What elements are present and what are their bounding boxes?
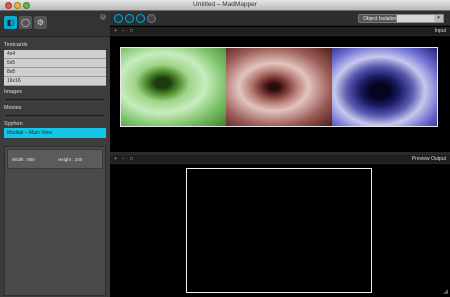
input-image-red-face	[226, 47, 332, 127]
workspace: Object Isolation ▾ + − □ Input + − □ Pre…	[110, 11, 450, 297]
syphon-item-selected[interactable]: Madlab – Main View	[4, 128, 106, 138]
output-frame[interactable]	[186, 168, 372, 293]
movies-list[interactable]	[4, 113, 106, 118]
title-bar: Untitled – MadMapper	[0, 0, 450, 11]
fit-icon[interactable]: □	[130, 28, 133, 34]
testcard-item[interactable]: 5x5	[4, 59, 106, 68]
circle-tool-icon[interactable]	[147, 14, 156, 23]
input-label: Input	[434, 28, 446, 34]
fit-icon[interactable]: □	[130, 156, 133, 162]
input-image-blue-eye	[332, 47, 438, 127]
movies-heading: Movies	[4, 105, 22, 111]
testcard-item[interactable]: 16x16	[4, 77, 106, 86]
source-dimensions: Width : 800 Height : 240	[7, 149, 103, 169]
plus-icon[interactable]: +	[114, 156, 117, 162]
app-window: Untitled – MadMapper ◧ ◯ ⚙ × Testcards 4…	[0, 0, 450, 297]
modes-icon[interactable]: ◯	[19, 16, 32, 29]
select-tool-icon[interactable]	[114, 14, 123, 23]
surfaces-icon[interactable]: ◧	[4, 16, 17, 29]
panel-tool-row: ◧ ◯ ⚙ ×	[0, 11, 110, 37]
object-isolation-select[interactable]: ▾	[396, 14, 444, 23]
testcards-heading: Testcards	[4, 42, 28, 48]
close-icon[interactable]: ×	[100, 14, 106, 20]
sources-panel: ◧ ◯ ⚙ × Testcards 4x4 5x5 8x8 16x16 Imag…	[0, 11, 110, 297]
images-list[interactable]	[4, 97, 106, 102]
width-label: Width : 800	[12, 157, 35, 162]
testcard-item[interactable]: 8x8	[4, 68, 106, 77]
input-canvas[interactable]	[110, 37, 450, 152]
syphon-heading: Syphon	[4, 121, 23, 127]
main-toolbar: Object Isolation ▾	[110, 11, 450, 26]
input-header: + − □ Input	[110, 27, 450, 36]
resize-grip-icon[interactable]: ◢	[443, 288, 448, 295]
source-info-panel: Width : 800 Height : 240	[4, 146, 106, 296]
window-title: Untitled – MadMapper	[193, 1, 257, 8]
input-image-green-eye	[120, 47, 226, 127]
chevron-down-icon: ▾	[434, 15, 443, 22]
images-heading: Images	[4, 89, 23, 95]
output-header: + − □ Preview Output	[110, 155, 450, 164]
minus-icon[interactable]: −	[122, 156, 125, 162]
minus-icon[interactable]: −	[122, 28, 125, 34]
testcard-item[interactable]: 4x4	[4, 50, 106, 59]
plus-icon[interactable]: +	[114, 28, 117, 34]
mask-tool-icon[interactable]	[136, 14, 145, 23]
testcards-list: 4x4 5x5 8x8 16x16	[4, 50, 106, 86]
output-canvas[interactable]: ◢	[110, 165, 450, 297]
height-label: Height : 240	[58, 157, 83, 162]
output-label: Preview Output	[411, 156, 446, 162]
quad-tool-icon[interactable]	[125, 14, 134, 23]
gear-icon[interactable]: ⚙	[34, 16, 47, 29]
